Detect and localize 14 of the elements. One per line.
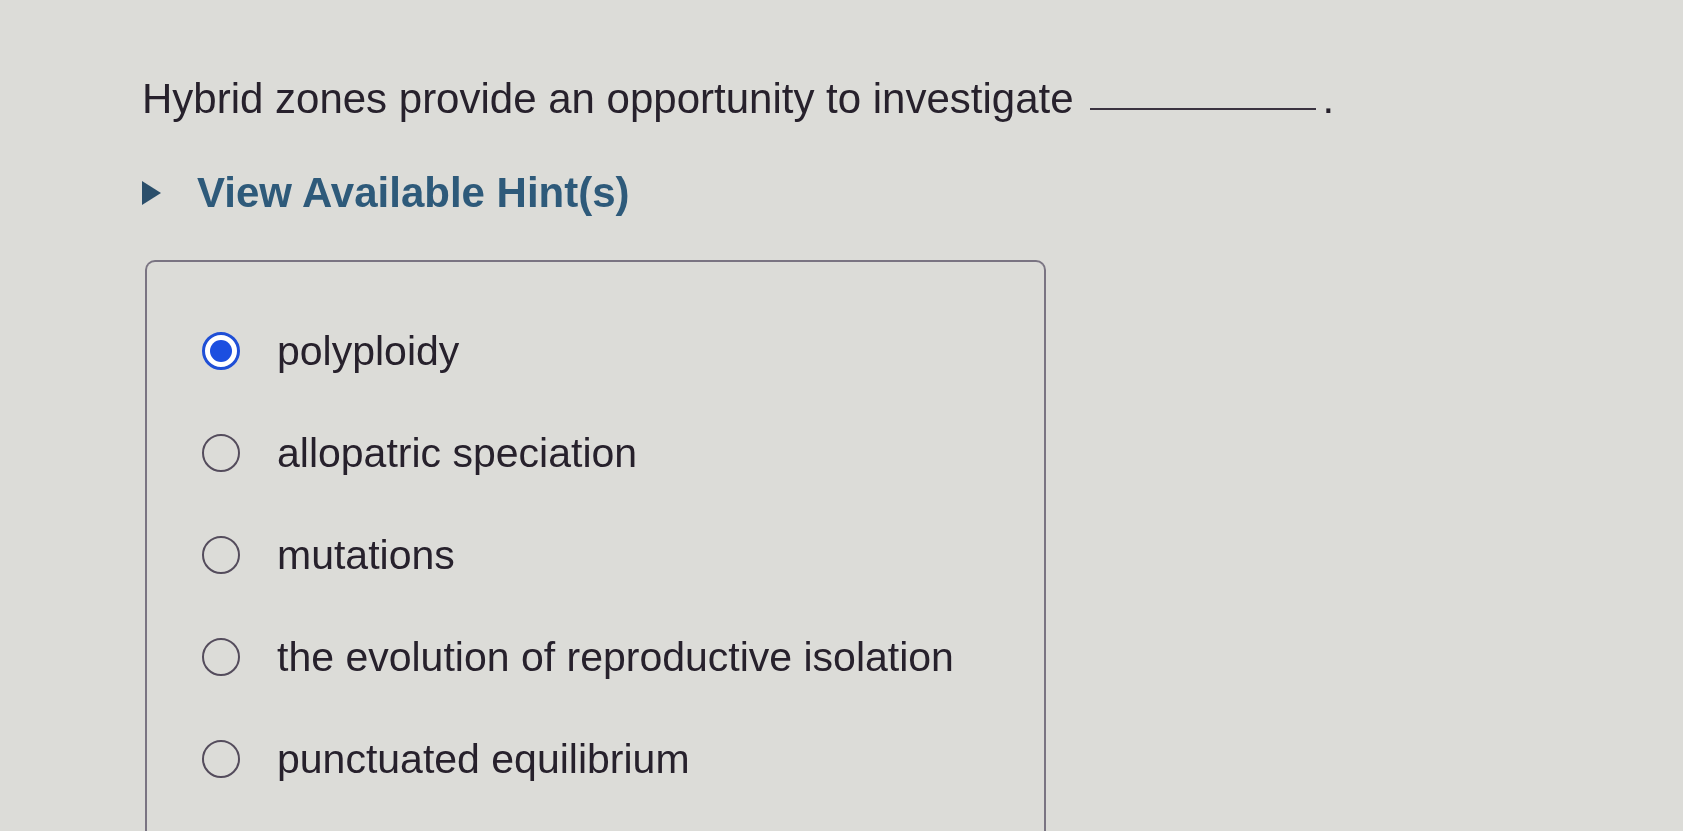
- hint-toggle[interactable]: View Available Hint(s): [142, 168, 630, 218]
- radio-button[interactable]: [202, 536, 240, 574]
- option-label[interactable]: punctuated equilibrium: [277, 734, 690, 784]
- radio-button[interactable]: [202, 638, 240, 676]
- radio-button[interactable]: [202, 332, 240, 370]
- option-label[interactable]: polyploidy: [277, 326, 460, 376]
- expand-triangle-icon: [142, 181, 161, 205]
- option-label[interactable]: the evolution of reproductive isolation: [277, 632, 954, 682]
- question-punctuation: .: [1322, 75, 1335, 122]
- option-label[interactable]: mutations: [277, 530, 455, 580]
- question-text: Hybrid zones provide an opportunity to investigate: [142, 75, 1074, 122]
- radio-button[interactable]: [202, 434, 240, 472]
- radio-button[interactable]: [202, 740, 240, 778]
- option-label[interactable]: allopatric speciation: [277, 428, 638, 478]
